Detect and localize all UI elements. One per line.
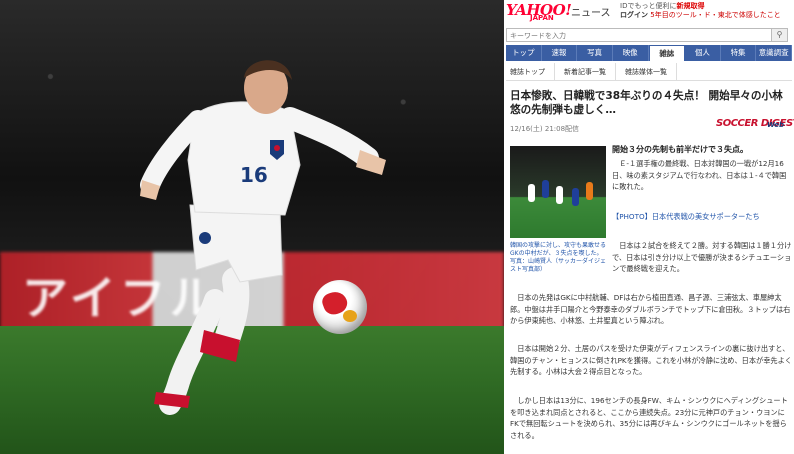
soccer-player: 16 [140,60,386,415]
jersey-number: 16 [240,163,268,187]
thumb-player [586,182,593,200]
thumb-player [572,188,579,206]
sub-nav: 雑誌トップ 新着記事一覧 雑誌媒体一覧 [506,63,792,81]
search-box: ⚲ [506,28,788,42]
subnav-magazine-top[interactable]: 雑誌トップ [506,63,555,80]
soccer-ball [313,280,367,334]
thumb-player [528,184,535,202]
header-info-2: ログイン 5年目のツール・ド・東北で体感したこと [620,10,781,20]
yahoo-header: YAHOO! JAPAN ニュース IDでもっと便利に新規取得 ログイン 5年目… [504,0,794,26]
nav-breaking[interactable]: 速報 [542,45,578,61]
article-title: 日本惨敗、日韓戦で38年ぶりの４失点！ 開始早々の小林悠の先制弾も虚しく… [510,90,783,116]
article-paragraph: しかし日本は13分に、196センチの長身FW、キム・シンウクにヘディングシュート… [510,396,788,440]
section-name[interactable]: ニュース [571,4,611,19]
nav-photo[interactable]: 写真 [577,45,613,61]
login-link[interactable]: ログイン [620,11,648,19]
thumbnail-caption: 韓国の攻撃に対し、攻守も果敢せるGKの中村だが、３失点を喫した。写真：山崎賢人（… [510,242,607,273]
thumb-player [556,186,563,204]
nav-feature[interactable]: 特集 [721,45,757,61]
promo-link[interactable]: 5年目のツール・ド・東北で体感したこと [650,11,780,19]
subnav-magazine-list[interactable]: 雑誌媒体一覧 [616,63,677,80]
article-paragraph: 日本の先発はGKに中村航輔、DFは右から植田直通、昌子源、三浦弦太、車屋紳太郎。… [510,293,791,325]
article-paragraph: Ｅ-１選手権の最終戦、日本対韓国の一戦が12月16日、味の素スタジアムで行なわれ… [612,159,787,191]
subnav-new-articles[interactable]: 新着記事一覧 [555,63,616,80]
thumb-player [542,180,549,198]
nav-poll[interactable]: 意識調査 [756,45,792,61]
article-paragraph: 日本は開始２分、土居のパスを受けた伊東がディフェンスラインの裏に抜け出すと、韓国… [510,344,792,376]
yahoo-news-page: YAHOO! JAPAN ニュース IDでもっと便利に新規取得 ログイン 5年目… [504,0,794,454]
article-thumbnail[interactable] [510,146,606,238]
soccer-digest-logo-sub: Web [767,121,785,129]
info-text: IDでもっと便利に [620,2,677,10]
main-nav: トップ 速報 写真 映像 雑誌 個人 特集 意識調査 [506,45,792,61]
nav-magazine[interactable]: 雑誌 [648,45,686,61]
nav-individual[interactable]: 個人 [685,45,721,61]
search-input[interactable] [510,30,750,41]
search-icon[interactable]: ⚲ [771,29,787,41]
article-lead: 開始３分の先制も前半だけで３失点。 [612,145,748,154]
article-paragraph: 日本は２試合を終えて２勝。対する韓国は１勝１分けで、日本は引き分け以上で優勝が決… [612,241,792,273]
nav-video[interactable]: 映像 [613,45,649,61]
yahoo-logo-sub: JAPAN [530,14,554,22]
register-link[interactable]: 新規取得 [676,2,704,10]
article-photo: アイフル 16 [0,0,504,454]
photo-gallery-link[interactable]: 【PHOTO】日本代表戦の美女サポーターたち [612,212,760,222]
article-date: 12/16(土) 21:08配信 [510,125,580,133]
nav-top[interactable]: トップ [506,45,542,61]
